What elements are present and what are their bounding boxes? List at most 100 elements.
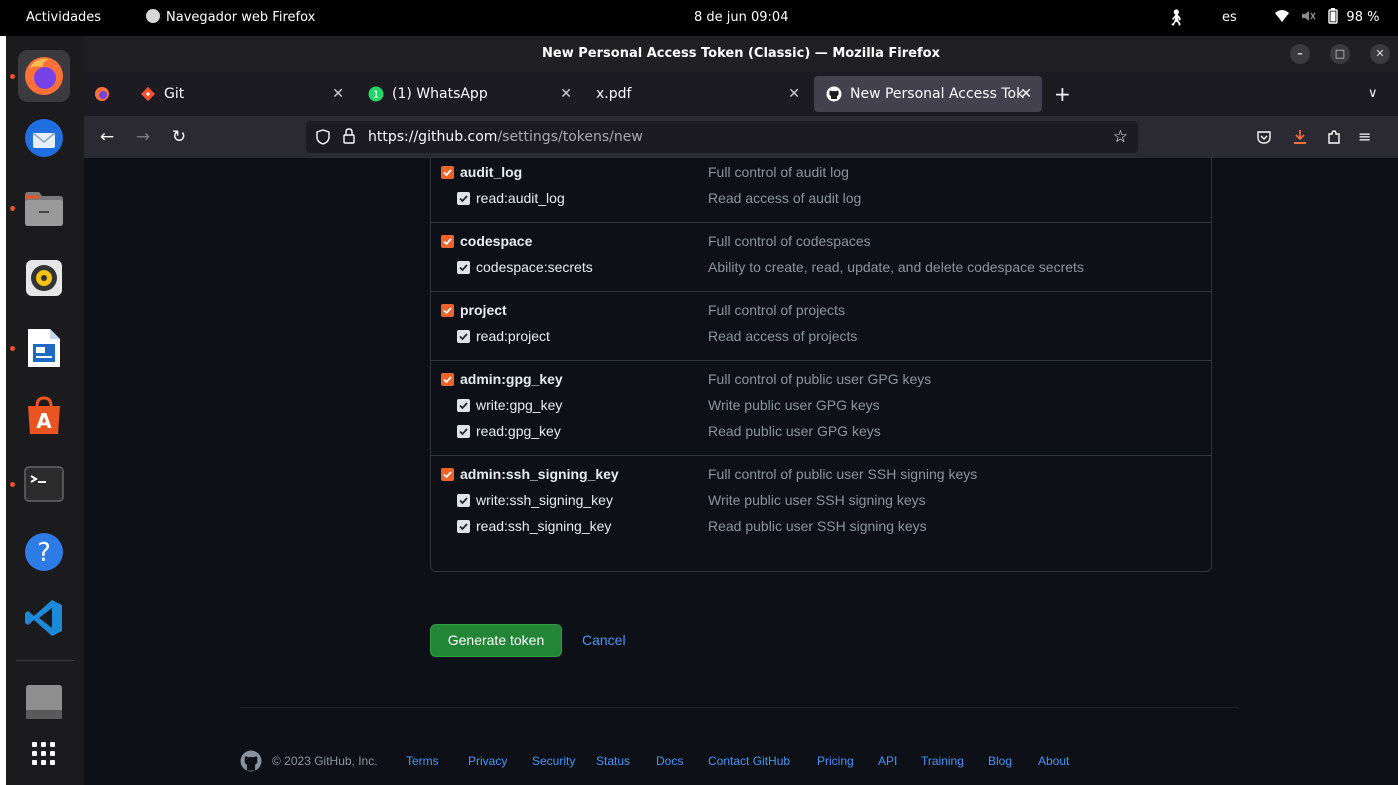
- new-tab-button[interactable]: +: [1054, 72, 1071, 116]
- dock-rhythmbox[interactable]: [18, 252, 70, 304]
- footer-link-security[interactable]: Security: [532, 748, 575, 774]
- pocket-icon[interactable]: [1256, 129, 1272, 145]
- scope-checkbox[interactable]: [441, 373, 454, 386]
- tab-label: (1) WhatsApp: [392, 86, 488, 102]
- accessibility-icon[interactable]: 🚶︎: [1166, 0, 1186, 36]
- close-tab-icon[interactable]: ✕: [1020, 76, 1032, 112]
- minimize-button[interactable]: –: [1290, 44, 1310, 64]
- scope-name: admin:gpg_key: [460, 371, 563, 387]
- sub-scope-row: write:ssh_signing_key Write public user S…: [431, 489, 1211, 511]
- app-center-icon: A: [28, 396, 60, 434]
- checkmark-icon: [443, 238, 452, 246]
- sub-scope-checkbox[interactable]: [457, 330, 470, 343]
- scope-description: Write public user SSH signing keys: [708, 492, 926, 508]
- running-indicator: [10, 74, 15, 79]
- input-language[interactable]: es: [1222, 0, 1237, 36]
- dock-help[interactable]: ?: [18, 526, 70, 578]
- scope-checkbox[interactable]: [441, 304, 454, 317]
- close-tab-icon[interactable]: ✕: [560, 76, 572, 112]
- hamburger-menu-icon[interactable]: ≡: [1358, 116, 1371, 158]
- tab-git[interactable]: Git ✕: [128, 76, 354, 112]
- firefox-view-icon[interactable]: [94, 86, 110, 102]
- dock-files[interactable]: [18, 182, 70, 234]
- footer-link-privacy[interactable]: Privacy: [468, 748, 507, 774]
- github-logo-icon[interactable]: [240, 750, 262, 772]
- running-indicator: [10, 482, 15, 487]
- download-icon[interactable]: [1292, 129, 1308, 145]
- tab-whatsapp[interactable]: 1 (1) WhatsApp ✕: [356, 76, 582, 112]
- list-all-tabs-chevron-icon[interactable]: ∨: [1368, 72, 1378, 116]
- footer-link-contact-github[interactable]: Contact GitHub: [708, 748, 790, 774]
- active-app-menu[interactable]: Navegador web Firefox: [146, 0, 315, 36]
- tab-pdf[interactable]: x.pdf ✕: [584, 76, 810, 112]
- scope-group: project Full control of projects read:proj…: [431, 291, 1211, 360]
- firefox-icon: [25, 57, 63, 95]
- tab-label: x.pdf: [596, 86, 632, 102]
- system-top-bar: Actividades Navegador web Firefox 8 de j…: [0, 0, 1398, 36]
- extensions-icon[interactable]: [1326, 129, 1342, 145]
- close-tab-icon[interactable]: ✕: [788, 76, 800, 112]
- footer-link-about[interactable]: About: [1038, 748, 1069, 774]
- scope-description: Full control of projects: [708, 302, 845, 318]
- checkmark-icon: [443, 169, 452, 177]
- dock-libreoffice-writer[interactable]: [18, 322, 70, 374]
- sub-scope-checkbox[interactable]: [457, 494, 470, 507]
- clock[interactable]: 8 de jun 09:04: [694, 0, 788, 36]
- scope-checkbox[interactable]: [441, 468, 454, 481]
- back-arrow-icon[interactable]: ←: [96, 116, 118, 158]
- sub-scope-name: read:ssh_signing_key: [476, 518, 612, 534]
- cancel-link[interactable]: Cancel: [582, 624, 626, 657]
- sub-scope-row: codespace:secrets Ability to create, read…: [431, 256, 1211, 278]
- checkmark-icon: [459, 195, 468, 203]
- dock-vscode[interactable]: [18, 592, 70, 644]
- close-tab-icon[interactable]: ✕: [332, 76, 344, 112]
- sub-scope-checkbox[interactable]: [457, 192, 470, 205]
- forward-arrow-icon[interactable]: →: [132, 116, 154, 158]
- url-bar[interactable]: https://github.com/settings/tokens/new ☆: [306, 121, 1138, 153]
- shield-icon[interactable]: [316, 129, 330, 145]
- battery-percent: 98 %: [1346, 10, 1380, 25]
- footer-link-docs[interactable]: Docs: [656, 748, 683, 774]
- dock-thunderbird[interactable]: [18, 112, 70, 164]
- footer-link-status[interactable]: Status: [596, 748, 630, 774]
- footer-link-terms[interactable]: Terms: [406, 748, 439, 774]
- scope-description: Ability to create, read, update, and del…: [708, 259, 1084, 275]
- dock-firefox[interactable]: [18, 50, 70, 102]
- dock-separator: [16, 660, 74, 661]
- scope-row: audit_log Full control of audit log: [431, 161, 1211, 183]
- sub-scope-row: write:gpg_key Write public user GPG keys: [431, 394, 1211, 416]
- svg-text:?: ?: [37, 538, 51, 568]
- tab-github-token[interactable]: New Personal Access Tok ✕: [814, 76, 1042, 112]
- footer-link-api[interactable]: API: [878, 748, 897, 774]
- footer-link-training[interactable]: Training: [921, 748, 964, 774]
- lock-icon[interactable]: [342, 128, 356, 144]
- status-menu[interactable]: 98 %: [1274, 0, 1379, 36]
- checkmark-icon: [459, 264, 468, 272]
- bookmark-star-icon[interactable]: ☆: [1113, 121, 1128, 153]
- dock-terminal[interactable]: [18, 458, 70, 510]
- scope-name: codespace: [460, 233, 533, 249]
- git-icon: [140, 86, 156, 102]
- sub-scope-checkbox[interactable]: [457, 261, 470, 274]
- terminal-icon: [24, 466, 64, 502]
- window-title: New Personal Access Token (Classic) — Mo…: [542, 46, 940, 61]
- sub-scope-checkbox[interactable]: [457, 399, 470, 412]
- scope-checkbox[interactable]: [441, 235, 454, 248]
- scope-row: codespace Full control of codespaces: [431, 230, 1211, 252]
- activities-button[interactable]: Actividades: [26, 0, 101, 36]
- reload-icon[interactable]: ↻: [168, 116, 190, 158]
- sub-scope-name: read:audit_log: [476, 190, 565, 206]
- window-titlebar[interactable]: New Personal Access Token (Classic) — Mo…: [84, 36, 1398, 72]
- maximize-button[interactable]: □: [1330, 44, 1350, 64]
- close-window-button[interactable]: ✕: [1370, 44, 1390, 64]
- dock-app-center[interactable]: A: [18, 390, 70, 442]
- generate-token-button[interactable]: Generate token: [430, 624, 562, 657]
- checkmark-icon: [443, 376, 452, 384]
- sub-scope-checkbox[interactable]: [457, 520, 470, 533]
- scope-checkbox[interactable]: [441, 166, 454, 179]
- sub-scope-checkbox[interactable]: [457, 425, 470, 438]
- footer-link-pricing[interactable]: Pricing: [817, 748, 854, 774]
- show-apps-button[interactable]: [18, 728, 70, 780]
- dock-drive[interactable]: [18, 676, 70, 728]
- footer-link-blog[interactable]: Blog: [988, 748, 1012, 774]
